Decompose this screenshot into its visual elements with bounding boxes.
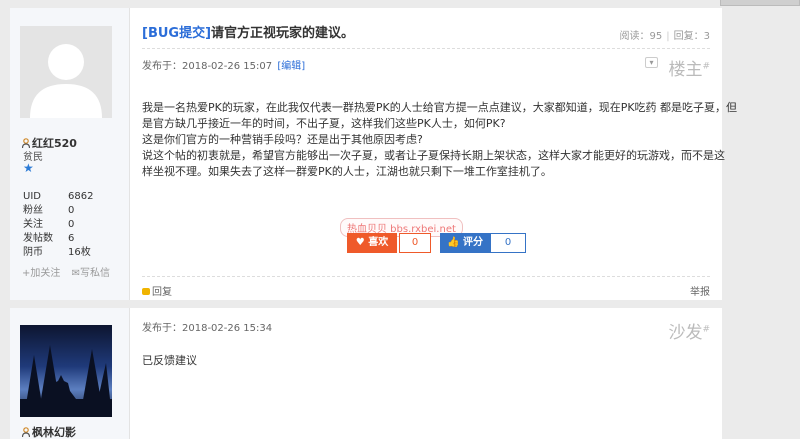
wolf-forest-avatar-icon (20, 345, 112, 417)
post-footer: 回复 举报 (142, 276, 710, 298)
top-toolbar-button[interactable] (720, 0, 800, 6)
post-title: [BUG提交]请官方正视玩家的建议。 (142, 22, 354, 41)
avatar[interactable] (20, 26, 112, 118)
stat-posts: 发帖数 6 (23, 233, 75, 244)
avatar[interactable] (20, 325, 112, 417)
view-count: 95 (649, 31, 663, 42)
rate-button[interactable]: 👍 评分 0 (440, 233, 526, 253)
floor-label: 楼主# (668, 60, 710, 80)
edit-link[interactable]: [编辑] (277, 61, 305, 72)
like-button[interactable]: ♥ 喜欢 0 (347, 233, 431, 253)
content-line: 这是你们官方的一种营销手段吗？还是出于其他原因考虑? (142, 133, 423, 146)
post-main: [BUG提交]请官方正视玩家的建议。 阅读：95 | 回复：3 发布于：2018-0… (130, 8, 738, 300)
add-follow-link[interactable]: +加关注 (22, 268, 60, 279)
stat-coins: 阴币 16枚 (23, 247, 91, 258)
stat-following: 关注 0 (23, 219, 75, 230)
reply-link[interactable]: 回复 (142, 283, 172, 298)
author-name-text: 枫林幻影 (32, 426, 76, 439)
post-time: 2018-02-26 15:07 (182, 61, 273, 72)
content-line: 是官方缺几乎接近一年的时间，不出子夏，这样我们这些PK人士，如何PK? (142, 117, 506, 130)
chevron-down-icon[interactable]: ▾ (645, 57, 658, 68)
thumbs-up-icon: 👍 (447, 237, 460, 248)
post-time: 2018-02-26 15:34 (182, 323, 273, 334)
post-title-text: 请官方正视玩家的建议。 (211, 26, 355, 41)
author-name[interactable]: 枫林幻影 (21, 424, 76, 439)
heart-icon: ♥ (355, 237, 365, 248)
like-button-label[interactable]: ♥ 喜欢 (347, 233, 397, 253)
author-sidebar: 枫林幻影 (10, 308, 130, 439)
author-actions: +加关注 ✉写私信 (22, 264, 126, 279)
author-sidebar: 红红520 贫民 ★ UID 6862 粉丝 0 关注 0 发帖数 6 阴币 16枚 +加… (10, 8, 130, 300)
content-line: 说这个帖的初衷就是，希望官方能够出一次子夏，或者让子夏保持长期上架状态，这样大家… (142, 149, 725, 162)
like-count: 0 (399, 233, 431, 253)
post-main: 发布于：2018-02-26 15:34 沙发# 已反馈建议 (130, 308, 722, 439)
report-link[interactable]: 举报 (690, 283, 710, 298)
reply-icon (142, 288, 150, 295)
rate-button-label[interactable]: 👍 评分 (440, 233, 490, 253)
post-content: 已反馈建议 (142, 354, 197, 367)
rate-count: 0 (490, 233, 526, 253)
write-letter-link[interactable]: ✉写私信 (72, 268, 118, 279)
content-line: 我是一名热爱PK的玩家，在此我仅代表一群热爱PK的人士给官方提一点点建议，大家都… (142, 101, 738, 114)
content-line: 样坐视不理。如果失去了这样一群爱PK的人士，江湖也就只剩下一堆工作室挂机了。 (142, 165, 552, 178)
rank-star-icon: ★ (23, 161, 34, 175)
post-category-tag[interactable]: [BUG提交] (142, 26, 211, 41)
user-icon (21, 138, 31, 149)
reply-count: 3 (703, 31, 710, 42)
post-counts: 阅读：95 | 回复：3 (619, 31, 710, 42)
stat-fans: 粉丝 0 (23, 205, 75, 216)
default-avatar-icon (30, 44, 102, 118)
post-card-2: 枫林幻影 发布于：2018-02-26 15:34 沙发# 已反馈建议 (10, 308, 722, 439)
post-meta: 发布于：2018-02-26 15:34 (142, 323, 273, 334)
user-icon (21, 427, 31, 438)
divider (142, 48, 710, 49)
post-meta: 发布于：2018-02-26 15:07 [编辑] (142, 61, 306, 72)
floor-label: 沙发# (668, 323, 710, 343)
post-card-1: 红红520 贫民 ★ UID 6862 粉丝 0 关注 0 发帖数 6 阴币 16枚 +加… (10, 8, 738, 300)
stat-uid: UID 6862 (23, 191, 94, 202)
post-content: 我是一名热爱PK的玩家，在此我仅代表一群热爱PK的人士给官方提一点点建议，大家都… (142, 100, 738, 180)
